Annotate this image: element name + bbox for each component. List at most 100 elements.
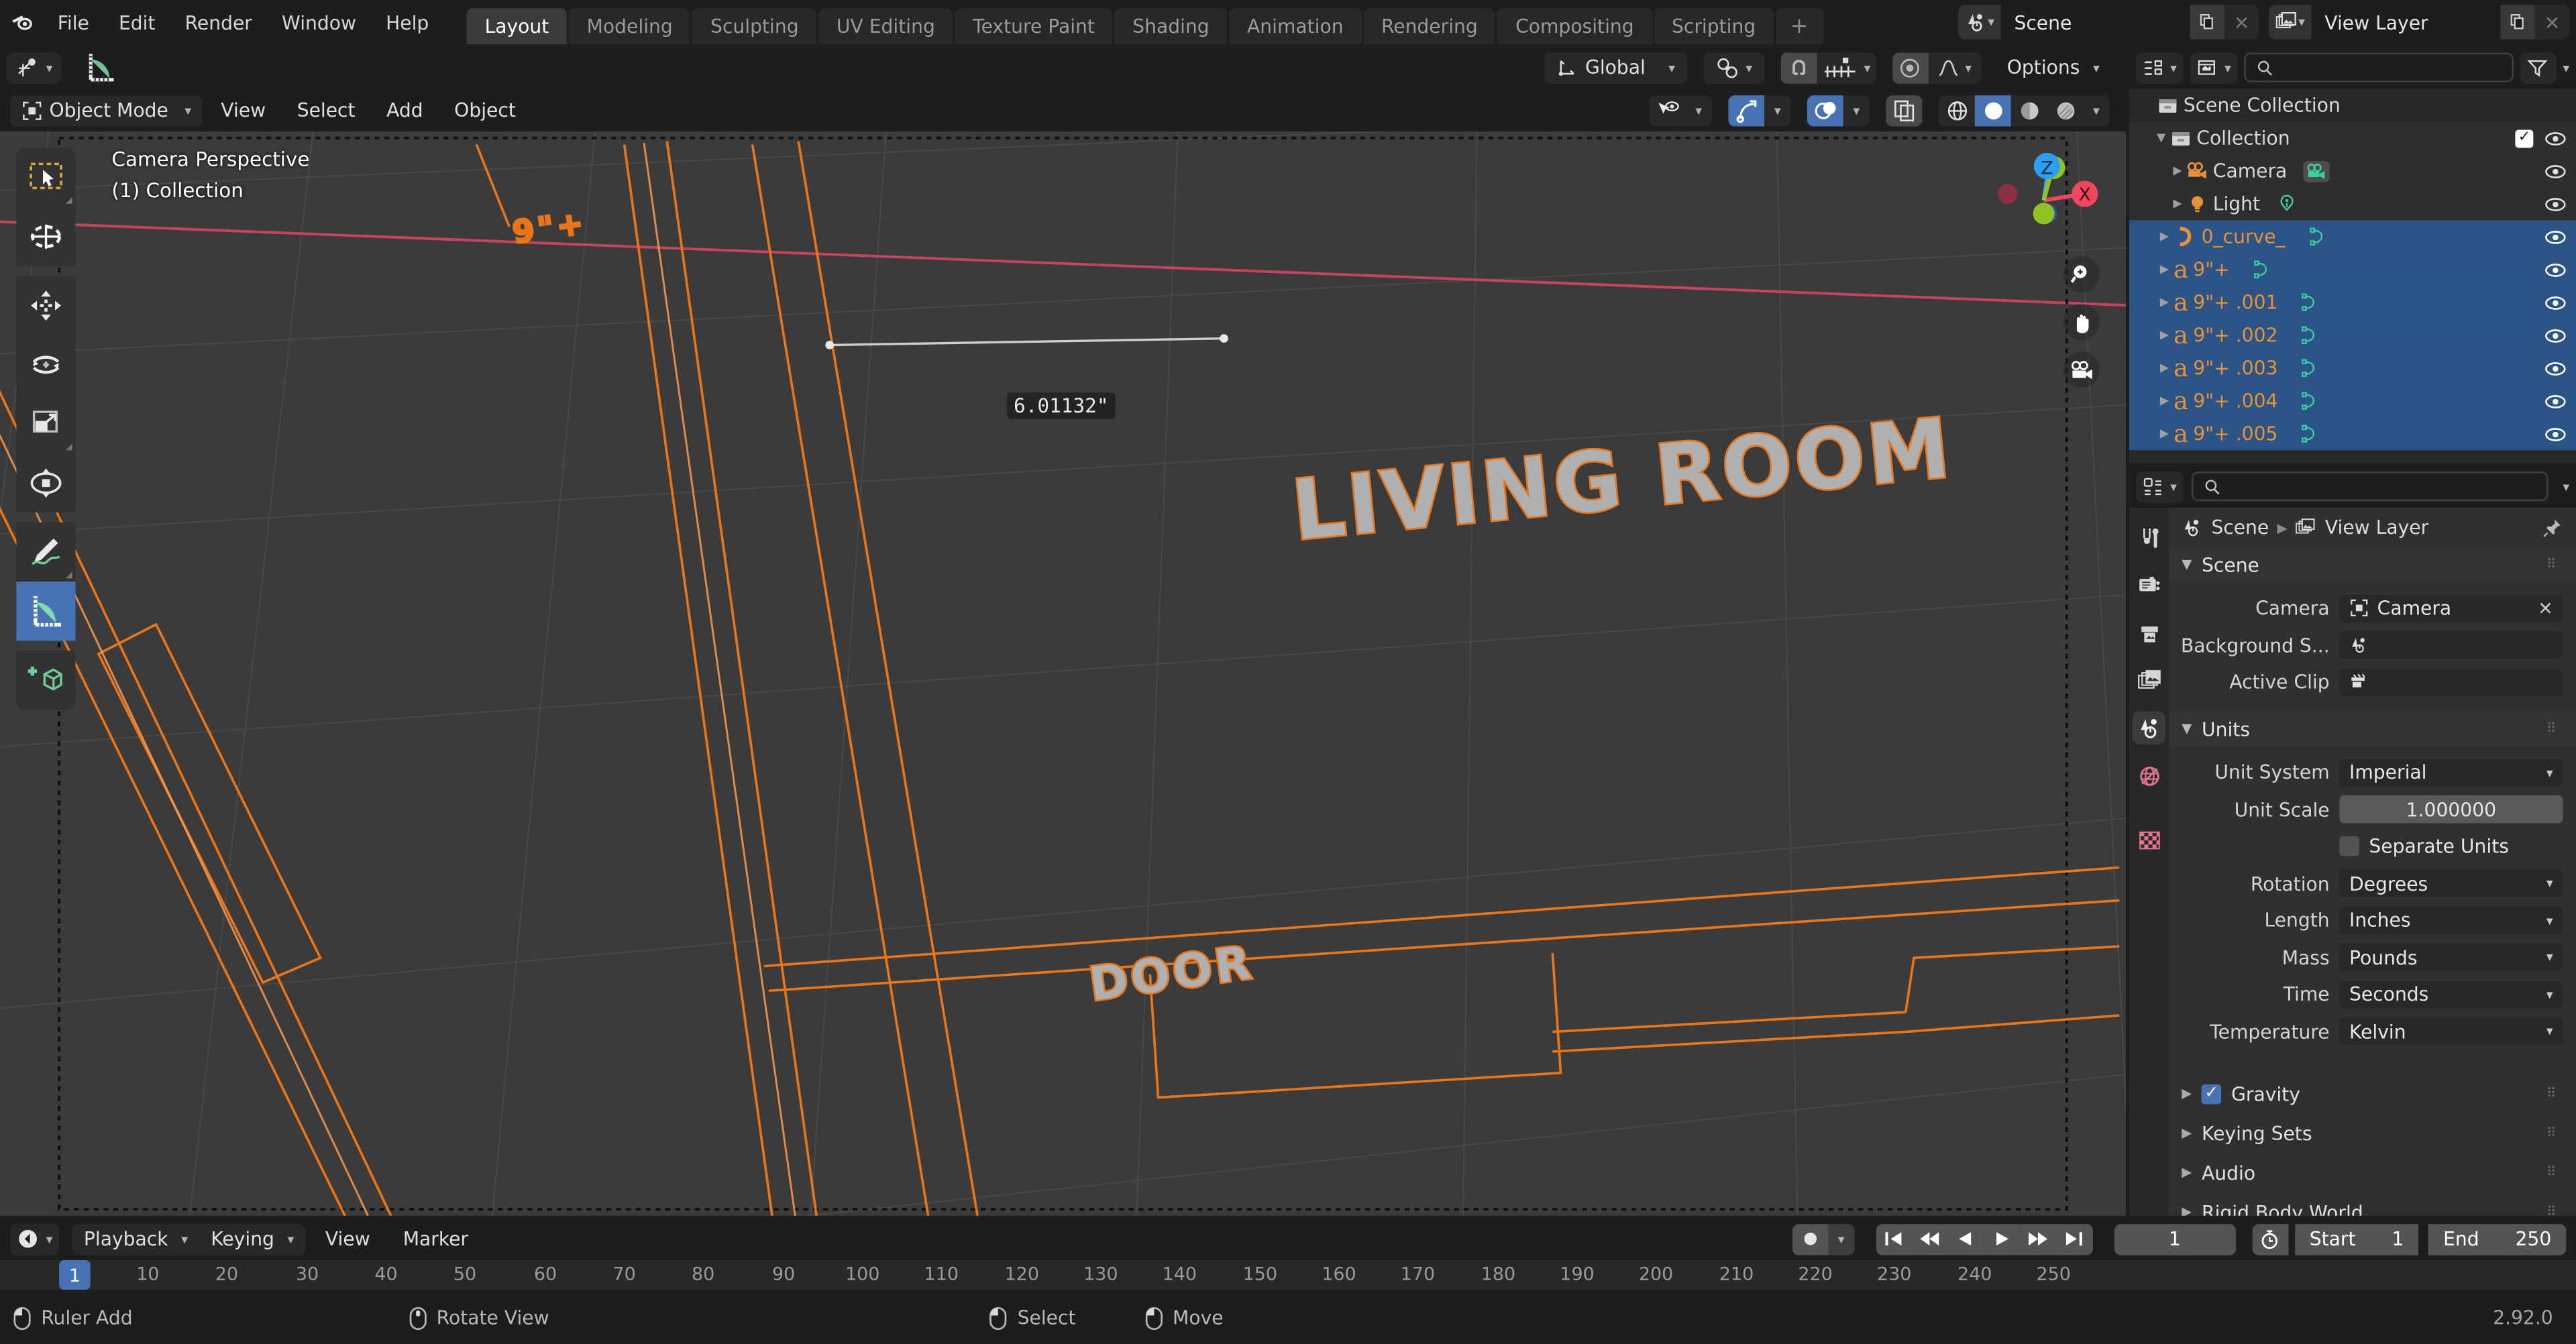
mass-units-dropdown[interactable]: Pounds ▾ bbox=[2339, 943, 2563, 971]
tab-tool[interactable] bbox=[2133, 521, 2165, 554]
viewport-menu-add[interactable]: Add bbox=[374, 95, 437, 126]
tool-scale[interactable] bbox=[16, 394, 76, 454]
panel-drag-dots[interactable]: ⠿ bbox=[2546, 1165, 2563, 1178]
curve-data-icon[interactable] bbox=[2301, 292, 2320, 312]
clear-camera-icon[interactable]: ✕ bbox=[2538, 598, 2553, 619]
camera-object-field[interactable]: Camera ✕ bbox=[2339, 594, 2563, 622]
tab-scripting[interactable]: Scripting bbox=[1654, 8, 1774, 45]
timeline-menu-playback[interactable]: Playback ▾ bbox=[72, 1223, 200, 1255]
outliner-search-input[interactable] bbox=[2244, 52, 2514, 82]
properties-editor-type-selector[interactable]: ▾ bbox=[2135, 470, 2184, 502]
prev-keyframe-button[interactable] bbox=[1912, 1223, 1948, 1255]
menu-window[interactable]: Window bbox=[267, 6, 371, 39]
tab-texture[interactable] bbox=[2133, 823, 2165, 856]
playhead[interactable]: 1 bbox=[59, 1260, 91, 1290]
tab-output[interactable] bbox=[2133, 616, 2165, 649]
tab-layout[interactable]: Layout bbox=[466, 8, 568, 45]
eye-icon[interactable] bbox=[2544, 227, 2566, 245]
proportional-falloff-selector[interactable]: ▾ bbox=[1928, 52, 1981, 83]
tab-modeling[interactable]: Modeling bbox=[568, 8, 691, 45]
properties-search-input[interactable] bbox=[2191, 471, 2548, 502]
eye-icon[interactable] bbox=[2544, 293, 2566, 311]
outliner-editor-type-selector[interactable]: ▾ bbox=[2135, 52, 2184, 83]
shading-solid-button[interactable] bbox=[1974, 94, 2011, 126]
expand-triangle[interactable]: ▼ bbox=[2152, 131, 2170, 145]
timeline-menu-marker[interactable]: Marker bbox=[390, 1223, 482, 1255]
snap-pivot-selector[interactable]: ▾ bbox=[1703, 52, 1764, 83]
navigation-gizmo[interactable]: Z X bbox=[1997, 142, 2103, 247]
timeline-editor[interactable]: ▾ Playback ▾ Keying ▾ View Marker ▾ 1 St… bbox=[0, 1217, 2576, 1290]
panel-drag-dots[interactable]: ⠿ bbox=[2546, 1205, 2563, 1216]
tab-view-layer[interactable] bbox=[2133, 664, 2165, 697]
tool-measure[interactable] bbox=[16, 581, 76, 641]
expand-triangle[interactable]: ▶ bbox=[2169, 197, 2187, 211]
play-button[interactable] bbox=[1984, 1223, 2021, 1255]
viewport-menu-select[interactable]: Select bbox=[284, 95, 368, 126]
snap-increment-selector[interactable]: ▾ bbox=[1816, 52, 1876, 83]
light-data-icon[interactable] bbox=[2277, 194, 2296, 213]
new-view-layer-button[interactable] bbox=[2500, 5, 2535, 40]
panel-header-audio[interactable]: ▶ Audio ⠿ bbox=[2169, 1153, 2576, 1192]
object-visibility-icon[interactable] bbox=[1649, 94, 1686, 126]
tool-move[interactable] bbox=[16, 276, 76, 335]
expand-triangle[interactable]: ▶ bbox=[2155, 329, 2174, 342]
unit-scale-number-field[interactable]: 1.000000 bbox=[2339, 795, 2563, 824]
outliner-filter-dropdown-icon[interactable]: ▾ bbox=[2563, 60, 2569, 74]
frame-start-field[interactable]: Start 1 bbox=[2294, 1223, 2419, 1255]
auto-keying-dropdown-icon[interactable]: ▾ bbox=[1828, 1223, 1855, 1255]
3d-viewport[interactable]: 6.01132" LIVING ROOM DOOR 9"+ ▾ Global ▾ bbox=[0, 46, 2126, 1216]
outliner-row-camera[interactable]: ▶ Camera bbox=[2129, 154, 2576, 188]
editor-type-selector[interactable]: ▾ bbox=[6, 52, 61, 83]
blender-logo-icon[interactable] bbox=[0, 0, 43, 44]
panel-header-keying-sets[interactable]: ▶ Keying Sets ⠿ bbox=[2169, 1113, 2576, 1153]
view-layer-name-field[interactable]: View Layer bbox=[2311, 5, 2501, 40]
new-scene-button[interactable] bbox=[2190, 5, 2224, 40]
menu-help[interactable]: Help bbox=[371, 6, 443, 39]
unit-system-dropdown[interactable]: Imperial ▾ bbox=[2339, 758, 2563, 787]
expand-triangle[interactable]: ▶ bbox=[2155, 427, 2174, 441]
expand-triangle[interactable]: ▶ bbox=[2155, 263, 2174, 276]
tab-rendering[interactable]: Rendering bbox=[1363, 8, 1496, 45]
shading-dropdown-icon[interactable]: ▾ bbox=[2083, 94, 2110, 126]
snap-magnet-toggle[interactable] bbox=[1780, 52, 1817, 83]
outliner-row-text-0[interactable]: ▶ a 9"+ bbox=[2129, 253, 2576, 286]
curve-data-icon[interactable] bbox=[2308, 227, 2328, 246]
visibility-dropdown-icon[interactable]: ▾ bbox=[1685, 94, 1712, 126]
eye-icon[interactable] bbox=[2544, 194, 2566, 213]
outliner-row-text-4[interactable]: ▶ a 9"+ .004 bbox=[2129, 384, 2576, 418]
tool-cursor[interactable] bbox=[16, 207, 76, 266]
jump-to-start-button[interactable] bbox=[1876, 1223, 1913, 1255]
panel-drag-dots[interactable]: ⠿ bbox=[2546, 721, 2563, 734]
show-overlays-toggle[interactable] bbox=[1807, 94, 1843, 126]
time-units-dropdown[interactable]: Seconds ▾ bbox=[2339, 980, 2563, 1008]
show-gizmo-toggle[interactable] bbox=[1728, 94, 1765, 126]
breadcrumb-scene[interactable]: Scene bbox=[2211, 516, 2269, 539]
viewport-options-button[interactable]: Options ▾ bbox=[1994, 52, 2112, 83]
curve-data-icon[interactable] bbox=[2253, 260, 2272, 279]
play-reverse-button[interactable] bbox=[1947, 1223, 1984, 1255]
outliner-row-collection[interactable]: ▼ Collection ✓ bbox=[2129, 121, 2576, 155]
scene-icon[interactable]: ▾ bbox=[1958, 5, 2001, 40]
current-frame-field[interactable]: 1 bbox=[2114, 1223, 2236, 1255]
scene-name-field[interactable]: Scene bbox=[2000, 5, 2190, 40]
shading-rendered-button[interactable] bbox=[2047, 94, 2084, 126]
outliner-editor[interactable]: ▾ ▾ ▾ Scene Collection ▼ Collection ✓ ▶ … bbox=[2129, 46, 2576, 463]
panel-header-rigid-body-world[interactable]: ▶ Rigid Body World ⠿ bbox=[2169, 1192, 2576, 1216]
timeline-scrubber[interactable]: 1 10 20 30 40 50 60 70 80 90 100 110 120… bbox=[0, 1260, 2576, 1290]
curve-data-icon[interactable] bbox=[2301, 391, 2320, 410]
background-scene-field[interactable] bbox=[2339, 630, 2563, 659]
outliner-filter-button[interactable] bbox=[2520, 52, 2557, 83]
jump-to-end-button[interactable] bbox=[2056, 1223, 2093, 1255]
collection-exclude-checkbox[interactable]: ✓ bbox=[2515, 129, 2534, 148]
outliner-row-text-1[interactable]: ▶ a 9"+ .001 bbox=[2129, 286, 2576, 319]
pin-icon[interactable] bbox=[2542, 516, 2563, 538]
outliner-row-text-3[interactable]: ▶ a 9"+ .003 bbox=[2129, 351, 2576, 385]
tab-texture-paint[interactable]: Texture Paint bbox=[955, 8, 1113, 45]
panel-drag-dots[interactable]: ⠿ bbox=[2546, 1086, 2563, 1099]
shading-material-button[interactable] bbox=[2010, 94, 2047, 126]
panel-drag-dots[interactable]: ⠿ bbox=[2546, 557, 2563, 571]
tab-render[interactable] bbox=[2133, 569, 2165, 602]
outliner-row-scene-collection[interactable]: Scene Collection bbox=[2129, 89, 2576, 121]
expand-triangle[interactable]: ▶ bbox=[2155, 361, 2174, 375]
add-workspace-button[interactable]: + bbox=[1775, 8, 1823, 45]
